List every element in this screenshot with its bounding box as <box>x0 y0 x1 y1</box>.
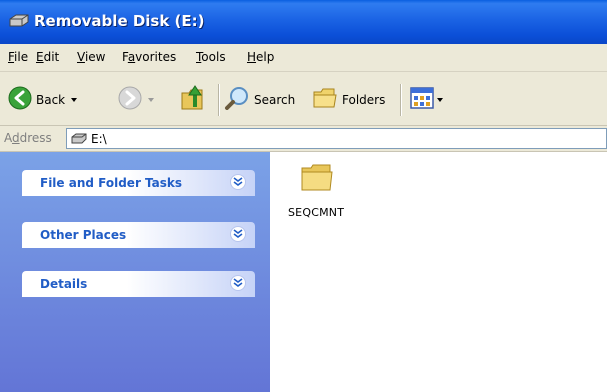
address-bar: Address E:\ <box>0 126 607 152</box>
task-section-file-and-folder-tasks[interactable]: File and Folder Tasks <box>22 170 255 196</box>
up-folder-button[interactable] <box>180 83 210 114</box>
chevron-down-icon[interactable] <box>230 275 246 291</box>
file-list: SEQCMNT <box>270 152 607 392</box>
folders-button[interactable]: Folders <box>312 86 385 113</box>
views-dropdown-icon[interactable] <box>437 97 443 102</box>
folders-label: Folders <box>342 92 386 107</box>
menu-bar: File Edit View Favorites Tools Help <box>0 44 607 72</box>
forward-button[interactable] <box>118 86 154 113</box>
drive-icon <box>8 14 30 28</box>
folders-icon <box>312 86 338 113</box>
address-value: E:\ <box>91 132 107 146</box>
file-name: SEQCMNT <box>288 206 345 219</box>
back-arrow-icon <box>8 86 32 113</box>
views-icon <box>410 87 434 112</box>
toolbar-separator <box>400 84 402 116</box>
task-section-other-places[interactable]: Other Places <box>22 222 255 248</box>
toolbar-separator <box>218 84 220 116</box>
back-dropdown-icon[interactable] <box>71 97 78 102</box>
search-button[interactable]: Search <box>224 86 295 113</box>
search-label: Search <box>254 92 296 107</box>
views-button[interactable] <box>410 87 443 112</box>
task-pane: File and Folder Tasks Other Places Detai… <box>0 152 270 392</box>
folder-up-icon <box>180 83 210 114</box>
address-label: Address <box>4 131 52 145</box>
back-label: Back <box>36 92 66 107</box>
forward-dropdown-icon[interactable] <box>148 97 154 102</box>
window-title: Removable Disk (E:) <box>34 12 205 30</box>
drive-icon <box>71 133 87 144</box>
menu-edit[interactable]: Edit <box>36 50 59 64</box>
title-bar[interactable]: Removable Disk (E:) <box>0 0 607 44</box>
menu-view[interactable]: View <box>77 50 105 64</box>
chevron-down-icon[interactable] <box>230 174 246 190</box>
forward-arrow-icon <box>118 86 142 113</box>
menu-file[interactable]: File <box>8 50 28 64</box>
chevron-down-icon[interactable] <box>230 226 246 242</box>
back-button[interactable]: Back <box>8 86 78 113</box>
search-icon <box>224 86 250 113</box>
task-section-label: Other Places <box>40 228 127 242</box>
menu-favorites[interactable]: Favorites <box>122 50 176 64</box>
task-section-details[interactable]: Details <box>22 271 255 297</box>
address-input[interactable]: E:\ <box>66 128 607 149</box>
folder-icon <box>300 160 334 194</box>
toolbar: Back Search Folders <box>0 72 607 126</box>
menu-help[interactable]: Help <box>247 50 274 64</box>
menu-tools[interactable]: Tools <box>196 50 226 64</box>
task-section-label: File and Folder Tasks <box>40 176 183 190</box>
task-section-label: Details <box>40 277 88 291</box>
